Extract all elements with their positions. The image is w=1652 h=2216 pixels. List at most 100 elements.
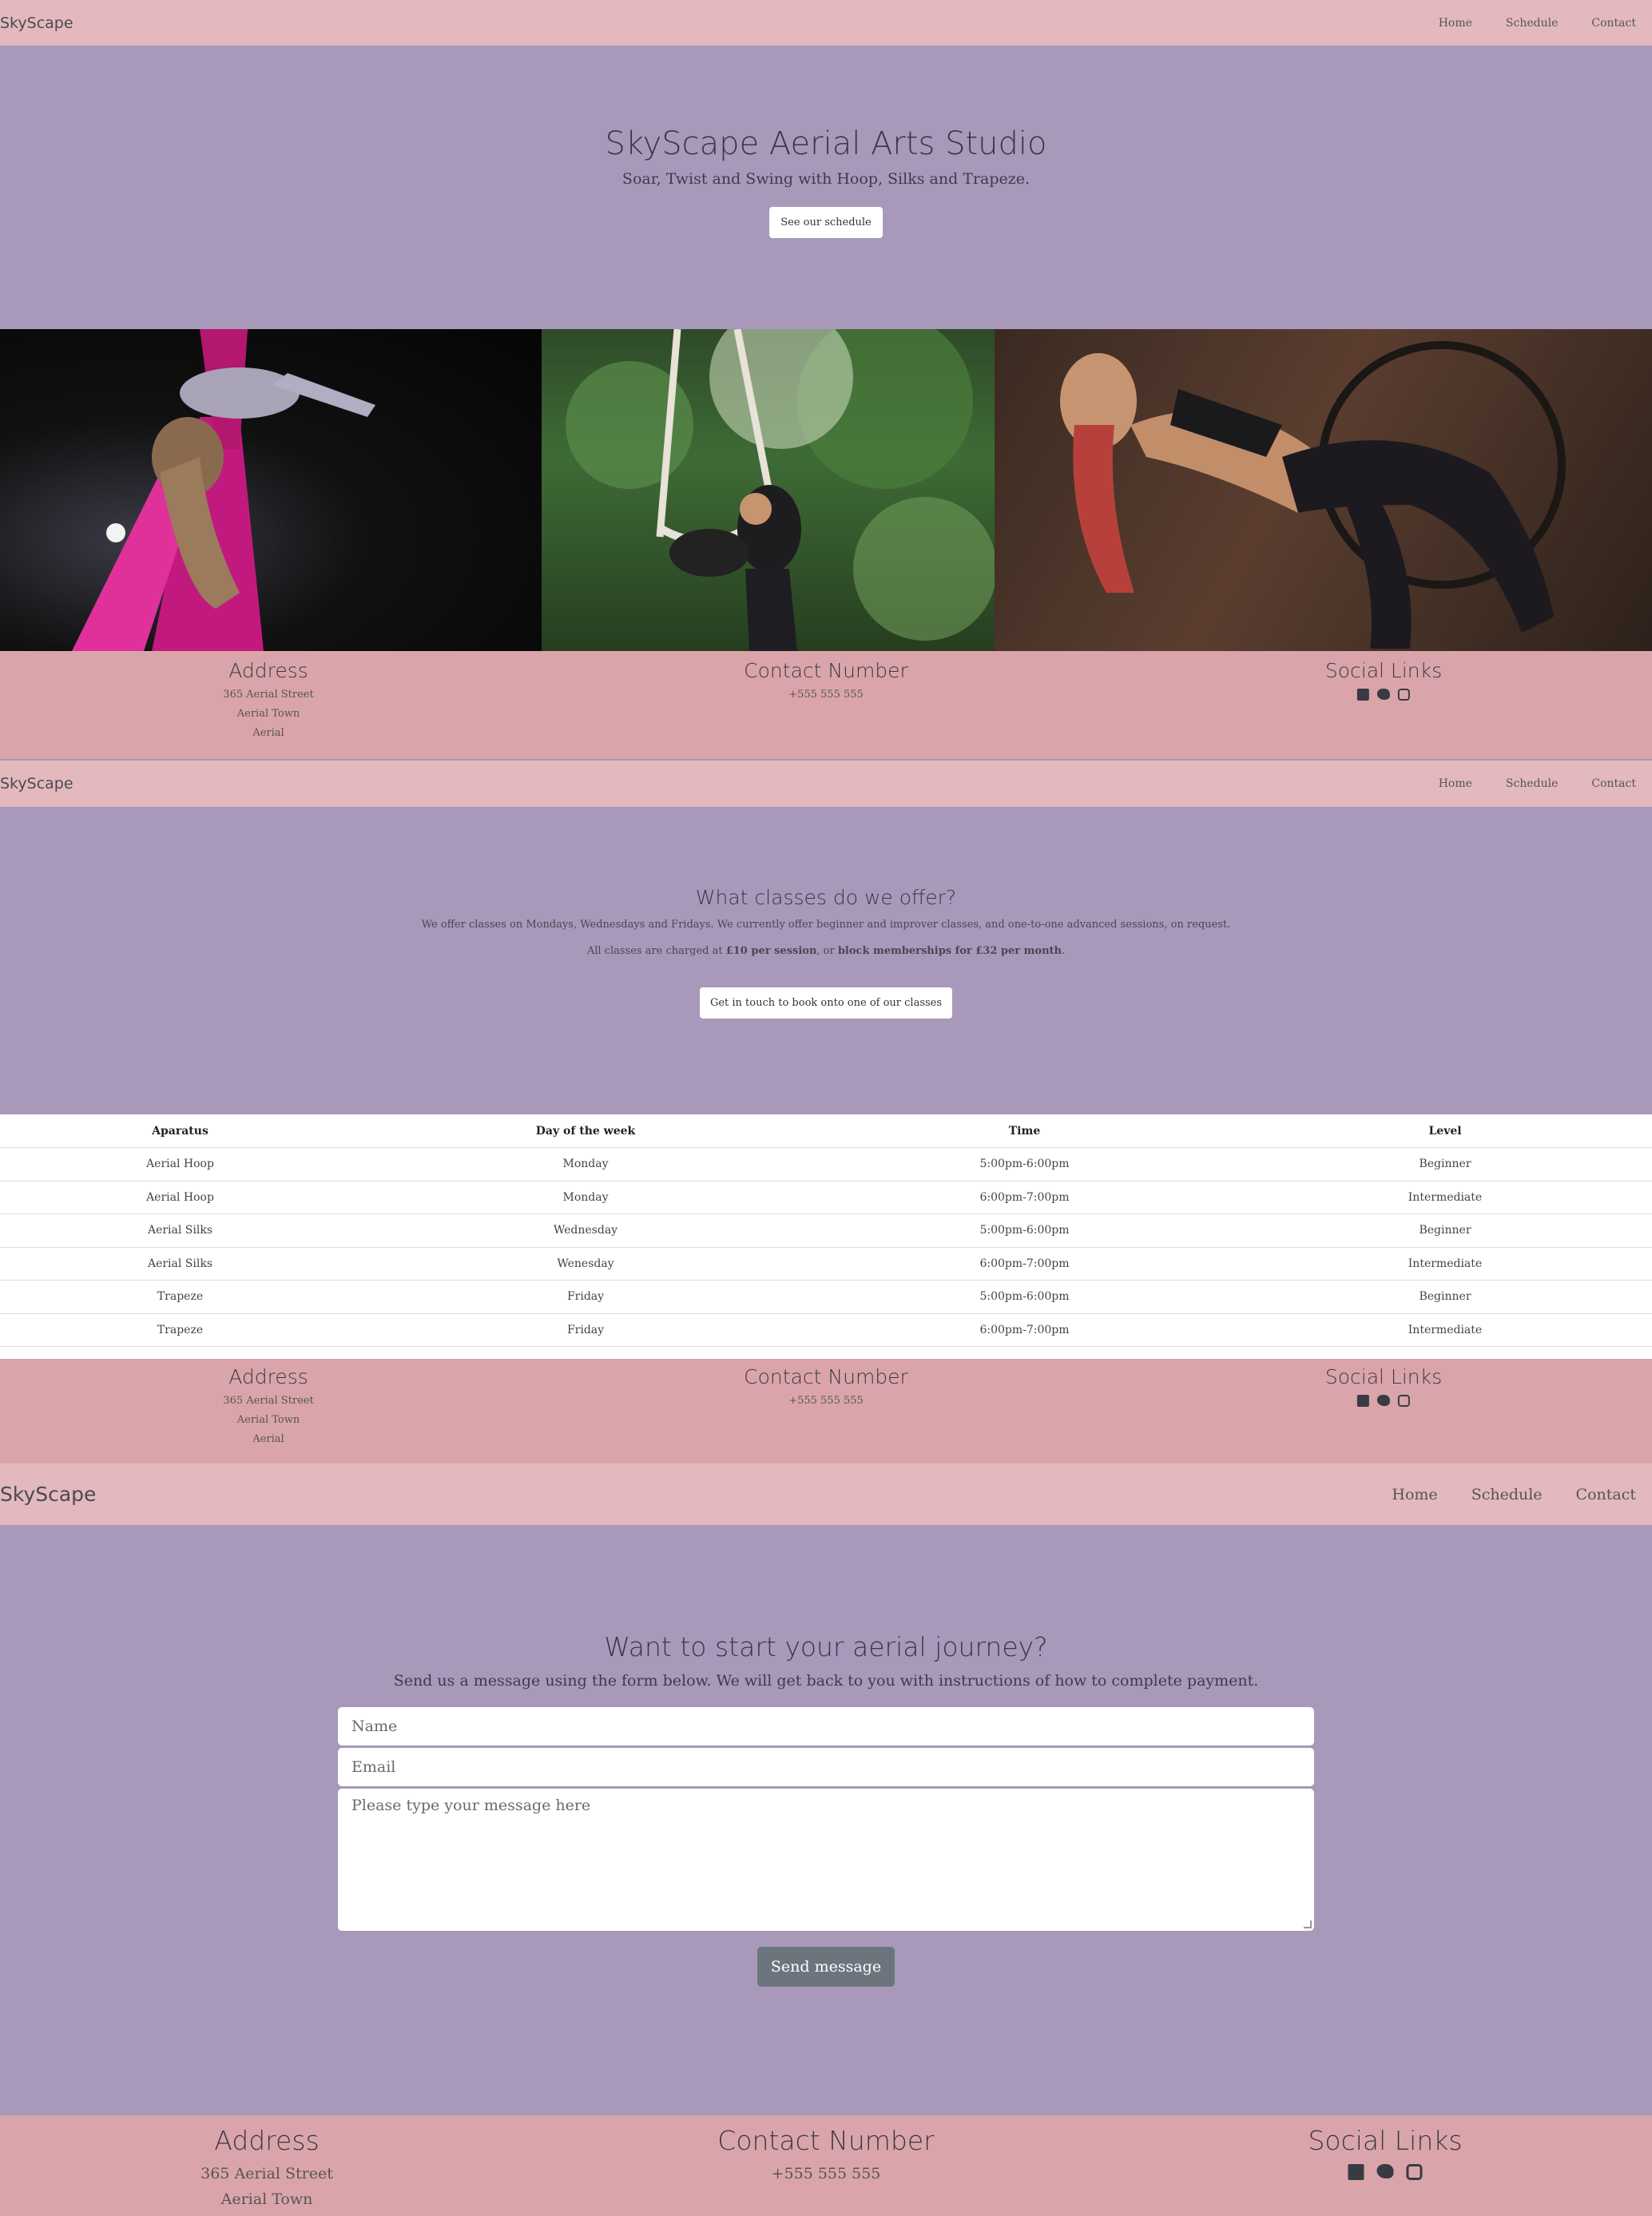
- price-mid: , or: [816, 945, 838, 957]
- facebook-icon[interactable]: [1356, 689, 1369, 701]
- address-line: 365 Aerial Street: [201, 2165, 333, 2182]
- address-title: Address: [228, 1365, 308, 1388]
- address-line: Aerial: [252, 727, 284, 739]
- table-cell: Friday: [360, 1313, 811, 1347]
- table-cell: Wenesday: [360, 1247, 811, 1281]
- book-class-button[interactable]: Get in touch to book onto one of our cla…: [699, 987, 953, 1019]
- message-textarea[interactable]: Please type your message here: [338, 1789, 1314, 1931]
- footer-address: Address 365 Aerial Street Aerial Town Ae…: [223, 659, 313, 743]
- table-cell: Intermediate: [1238, 1313, 1652, 1347]
- classes-title: What classes do we offer?: [695, 886, 957, 909]
- hero-title: SkyScape Aerial Arts Studio: [605, 125, 1047, 162]
- nav-schedule[interactable]: Schedule: [1506, 17, 1558, 30]
- table-cell: 5:00pm-6:00pm: [811, 1213, 1238, 1248]
- nav-home[interactable]: Home: [1392, 1486, 1437, 1503]
- twitter-icon[interactable]: [1376, 2164, 1394, 2178]
- table-cell: Monday: [360, 1147, 811, 1181]
- phone-number: +555 555 555: [788, 689, 864, 701]
- table-cell: Beginner: [1238, 1147, 1652, 1181]
- trapeze-illustration: [566, 329, 995, 651]
- footer: Address 365 Aerial Street Aerial Town Co…: [0, 2115, 1652, 2216]
- contact-title: Contact Number: [744, 659, 908, 682]
- name-input[interactable]: Name: [338, 1707, 1314, 1745]
- address-line: Aerial Town: [236, 1414, 300, 1426]
- table-cell: Aerial Hoop: [0, 1147, 360, 1181]
- table-cell: Intermediate: [1238, 1181, 1652, 1214]
- table-cell: Beginner: [1238, 1213, 1652, 1248]
- social-title: Social Links: [1324, 1365, 1443, 1388]
- hero-section: SkyScape Aerial Arts Studio Soar, Twist …: [0, 46, 1652, 329]
- instagram-icon[interactable]: [1406, 2164, 1423, 2180]
- social-title: Social Links: [1308, 2125, 1463, 2156]
- phone-number: +555 555 555: [788, 1395, 864, 1407]
- table-cell: 5:00pm-6:00pm: [811, 1147, 1238, 1181]
- navbar: SkyScape Home Schedule Contact: [0, 761, 1652, 807]
- contact-subtitle: Send us a message using the form below. …: [393, 1672, 1259, 1690]
- twitter-icon[interactable]: [1376, 689, 1390, 700]
- instagram-icon[interactable]: [1397, 1395, 1410, 1407]
- footer-social: Social Links: [1325, 659, 1442, 701]
- instagram-icon[interactable]: [1397, 689, 1410, 701]
- footer-contact: Contact Number +555 555 555: [717, 2125, 934, 2186]
- table-row: Aerial Silks Wednesday 5:00pm-6:00pm Beginn…: [0, 1213, 1652, 1248]
- navbar: SkyScape Home Schedule Contact: [0, 0, 1652, 46]
- brand-logo[interactable]: SkyScape: [0, 775, 73, 792]
- footer: Address 365 Aerial Street Aerial Town Ae…: [0, 651, 1652, 759]
- table-row: Aerial Hoop Monday 5:00pm-6:00pm Beginner: [0, 1147, 1652, 1181]
- classes-pricing: All classes are charged at £10 per sessi…: [0, 945, 1652, 957]
- schedule-table: Aparatus Day of the week Time Level Aeri…: [0, 1114, 1652, 1347]
- nav-contact[interactable]: Contact: [1591, 777, 1636, 790]
- aerial-hoop-illustration: [1060, 341, 1566, 649]
- address-title: Address: [214, 2125, 320, 2156]
- resize-handle-icon[interactable]: [1304, 1920, 1312, 1928]
- nav-links: Home Schedule Contact: [1421, 17, 1652, 30]
- price-suffix: .: [1062, 945, 1066, 957]
- email-input[interactable]: Email: [338, 1748, 1314, 1786]
- header-time: Time: [811, 1114, 1238, 1148]
- footer-social: Social Links: [1325, 1365, 1442, 1407]
- table-cell: Aerial Silks: [0, 1213, 360, 1248]
- send-message-button[interactable]: Send message: [757, 1947, 895, 1987]
- header-day: Day of the week: [360, 1114, 811, 1148]
- twitter-icon[interactable]: [1376, 1395, 1390, 1406]
- table-row: Trapeze Friday 6:00pm-7:00pm Intermediate: [0, 1313, 1652, 1347]
- hero-subtitle: Soar, Twist and Swing with Hoop, Silks a…: [621, 170, 1031, 188]
- address-title: Address: [228, 659, 308, 682]
- table-cell: Wednesday: [360, 1213, 811, 1248]
- address-line: Aerial Town: [236, 708, 300, 720]
- classes-section: What classes do we offer? We offer class…: [0, 807, 1652, 1114]
- nav-schedule[interactable]: Schedule: [1471, 1486, 1543, 1503]
- header-level: Level: [1238, 1114, 1652, 1148]
- facebook-icon[interactable]: [1348, 2164, 1364, 2180]
- address-line: Aerial: [252, 1433, 284, 1445]
- footer-contact: Contact Number +555 555 555: [744, 659, 908, 705]
- table-cell: 6:00pm-7:00pm: [811, 1247, 1238, 1281]
- photo-strip: [0, 329, 1652, 651]
- facebook-icon[interactable]: [1356, 1395, 1369, 1407]
- nav-home[interactable]: Home: [1439, 17, 1472, 30]
- address-line: 365 Aerial Street: [223, 1395, 314, 1407]
- brand-logo[interactable]: SkyScape: [0, 1483, 96, 1506]
- table-cell: 6:00pm-7:00pm: [811, 1181, 1238, 1214]
- nav-links: Home Schedule Contact: [1374, 1486, 1652, 1503]
- contact-title: Want to start your aerial journey?: [604, 1631, 1048, 1662]
- footer-address: Address 365 Aerial Street Aerial Town: [201, 2125, 333, 2212]
- price-session: £10 per session: [725, 945, 817, 957]
- nav-contact[interactable]: Contact: [1576, 1486, 1636, 1503]
- table-cell: Beginner: [1238, 1280, 1652, 1314]
- price-prefix: All classes are charged at: [586, 945, 726, 957]
- nav-home[interactable]: Home: [1439, 777, 1472, 790]
- see-schedule-button[interactable]: See our schedule: [769, 207, 883, 238]
- table-cell: Trapeze: [0, 1280, 360, 1314]
- message-placeholder: Please type your message here: [351, 1797, 591, 1814]
- table-row: Trapeze Friday 5:00pm-6:00pm Beginner: [0, 1280, 1652, 1314]
- table-cell: Trapeze: [0, 1313, 360, 1347]
- nav-schedule[interactable]: Schedule: [1506, 777, 1558, 790]
- table-row: Aerial Silks Wenesday 6:00pm-7:00pm Interme…: [0, 1247, 1652, 1281]
- nav-contact[interactable]: Contact: [1591, 17, 1636, 30]
- table-cell: Friday: [360, 1280, 811, 1314]
- contact-title: Contact Number: [744, 1365, 908, 1388]
- brand-logo[interactable]: SkyScape: [0, 14, 73, 32]
- navbar: SkyScape Home Schedule Contact: [0, 1463, 1652, 1525]
- trapeze-photo: [542, 329, 995, 651]
